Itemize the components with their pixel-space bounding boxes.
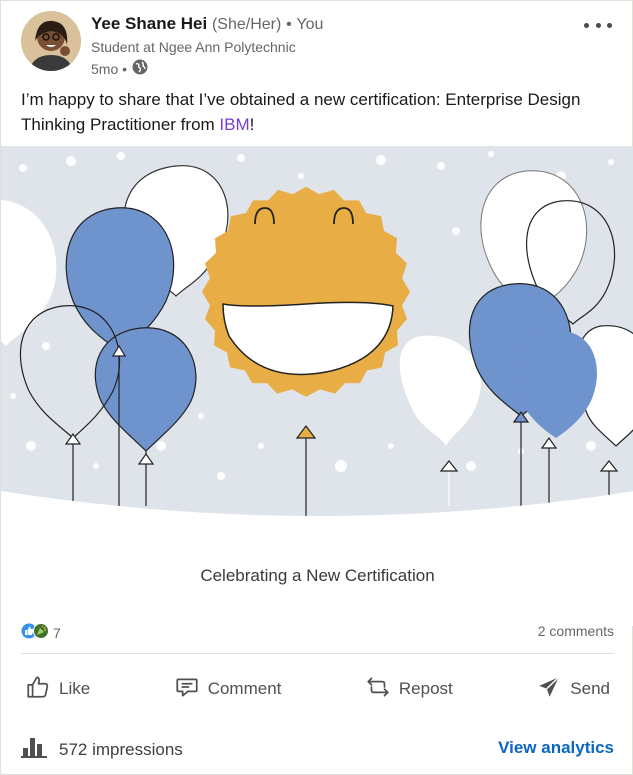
action-bar: Like Comment Repost Send	[21, 668, 614, 710]
more-options-button[interactable]	[584, 15, 612, 35]
post-text: I’m happy to share that I’ve obtained a …	[21, 87, 621, 137]
author-headline: Student at Ngee Ann Polytechnic	[91, 39, 296, 55]
repost-label: Repost	[398, 679, 453, 698]
post-text-body: I’m happy to share that I’ve obtained a …	[21, 90, 581, 134]
repost-icon	[365, 674, 391, 705]
reactions-summary[interactable]: 7	[21, 623, 61, 642]
globe-icon	[132, 59, 148, 78]
comment-label: Comment	[207, 679, 282, 698]
view-analytics-link[interactable]: View analytics	[498, 738, 614, 758]
analytics-footer: 572 impressions View analytics	[21, 736, 614, 764]
post-text-end: !	[249, 115, 255, 134]
more-icon-dot	[584, 22, 589, 28]
celebrate-icon	[33, 623, 49, 642]
author-line: Yee Shane Hei (She/Her) • You	[91, 14, 323, 34]
relation-label: You	[296, 16, 324, 33]
avatar[interactable]	[21, 11, 81, 71]
media-caption-area: Celebrating a New Certification	[1, 526, 633, 626]
like-button[interactable]: Like	[21, 674, 94, 705]
divider	[21, 653, 614, 654]
post-card: Yee Shane Hei (She/Her) • You Student at…	[0, 0, 633, 775]
post-image[interactable]	[0, 146, 633, 526]
author-name[interactable]: Yee Shane Hei	[91, 14, 207, 33]
impressions-summary: 572 impressions	[21, 736, 183, 763]
comments-count-link[interactable]: 2 comments	[538, 623, 614, 639]
post-meta: 5mo •	[91, 59, 148, 78]
send-icon	[536, 674, 562, 705]
media-caption: Celebrating a New Certification	[200, 566, 435, 585]
bar-chart-icon	[21, 736, 47, 763]
company-mention-link[interactable]: IBM	[219, 115, 249, 134]
repost-button[interactable]: Repost	[361, 674, 457, 705]
comment-icon	[174, 674, 200, 705]
thumbs-up-icon	[25, 674, 51, 705]
impressions-count: 572 impressions	[59, 739, 183, 759]
more-icon-dot	[607, 22, 612, 28]
separator-dot: •	[286, 16, 292, 33]
post-header: Yee Shane Hei (She/Her) • You Student at…	[21, 11, 632, 77]
send-button[interactable]: Send	[532, 674, 614, 705]
comment-button[interactable]: Comment	[170, 674, 286, 705]
like-label: Like	[59, 679, 91, 698]
post-time: 5mo •	[91, 60, 128, 77]
reaction-count: 7	[53, 624, 61, 641]
more-icon-dot	[595, 22, 601, 28]
author-pronouns: (She/Her)	[211, 16, 282, 33]
send-label: Send	[570, 679, 610, 698]
social-counts: 7 2 comments	[21, 623, 614, 643]
